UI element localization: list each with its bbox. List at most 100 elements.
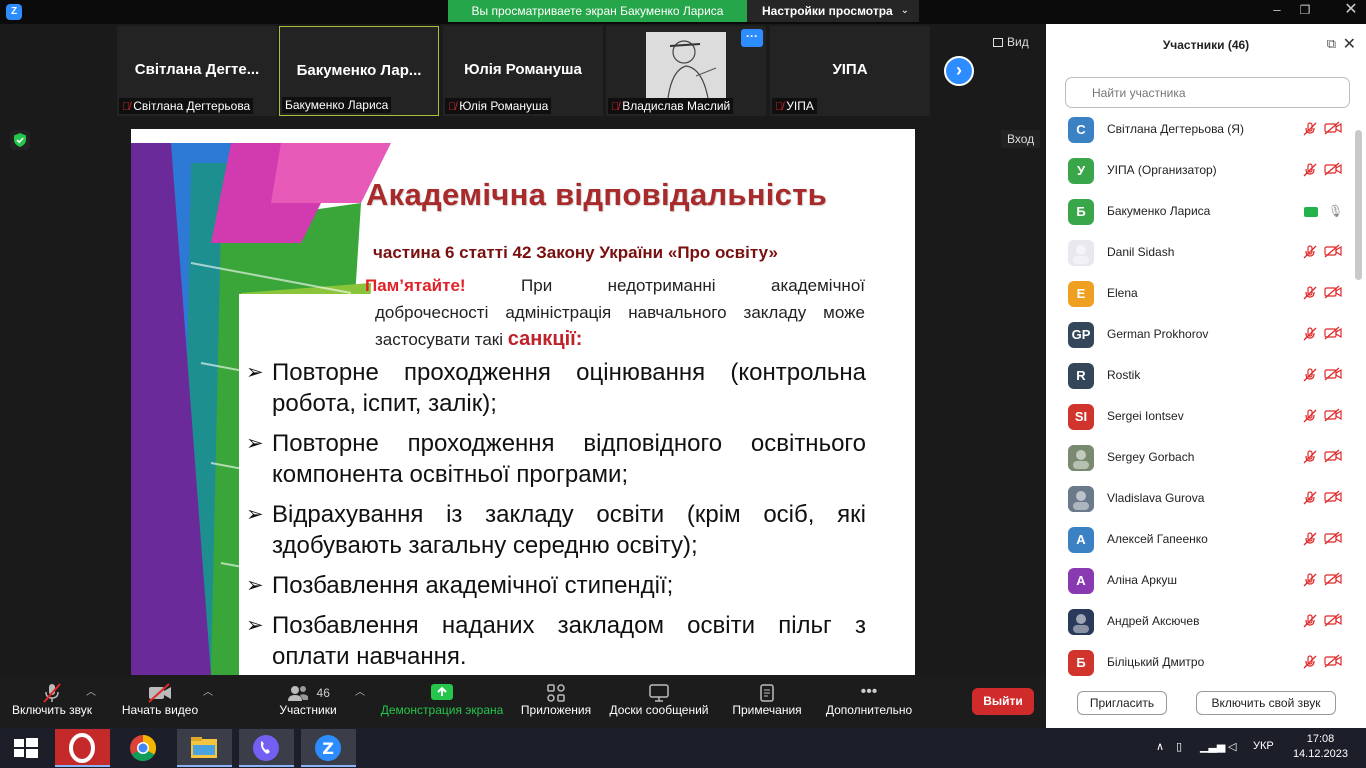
more-button[interactable]: ••• Дополнительно	[822, 675, 916, 728]
windows-taskbar: Z ∧ ▯ ▁▃▅ ◁ УКР 17:08 14.12.2023	[0, 728, 1366, 768]
thumbnail-name: 🎙̸ Юлія Романуша	[445, 98, 552, 114]
leave-button[interactable]: Выйти	[972, 688, 1034, 715]
participant-avatar: E	[1068, 281, 1094, 307]
file-explorer-taskbar-icon[interactable]	[177, 729, 232, 767]
apps-button[interactable]: Приложения	[516, 675, 596, 728]
intro-word: навчального	[628, 303, 727, 322]
share-screen-button[interactable]: Демонстрация экрана	[378, 675, 506, 728]
participant-row[interactable]: Андрей Аксючев	[1046, 602, 1352, 643]
tray-signal-icon[interactable]: ▁▃▅	[1200, 740, 1225, 753]
zoom-taskbar-icon[interactable]: Z	[301, 729, 356, 767]
participant-row[interactable]: GP German Prokhorov	[1046, 315, 1352, 356]
video-options-caret-icon[interactable]: ︿	[203, 683, 213, 698]
meeting-toolbar: Включить звук ︿ Начать видео ︿ 46 Участн…	[0, 675, 1046, 728]
camera-off-icon	[1324, 408, 1342, 425]
video-thumbnail[interactable]: Світлана Дегте... 🎙̸ Світлана Дегтерьова	[117, 26, 277, 116]
intro-line: Пам’ятайте! При недотриманні академічної	[363, 272, 865, 299]
intro-remember: Пам’ятайте!	[365, 276, 466, 295]
thumbnail-title: УІПА	[832, 61, 868, 78]
search-participant-input[interactable]	[1065, 77, 1350, 108]
more-options-icon[interactable]: ···	[741, 29, 763, 47]
participant-row[interactable]: С Світлана Дегтерьова (Я)	[1046, 110, 1352, 151]
mic-off-icon: 🎙̸	[122, 101, 131, 113]
participant-avatar: Б	[1068, 650, 1094, 676]
participant-row[interactable]: А Алексей Гапеенко	[1046, 520, 1352, 561]
camera-off-icon	[1324, 121, 1342, 138]
participant-name: Біліцький Дмитро	[1107, 655, 1205, 669]
thumbnail-name-text: Владислав Маслий	[622, 99, 731, 113]
participant-row[interactable]: Б Біліцький Дмитро	[1046, 643, 1352, 678]
security-shield-icon[interactable]	[10, 130, 30, 150]
participant-row[interactable]: E Elena	[1046, 274, 1352, 315]
participant-avatar: У	[1068, 158, 1094, 184]
participant-row[interactable]: Danil Sidash	[1046, 233, 1352, 274]
video-thumbnail[interactable]: УІПА 🎙̸ УІПА	[770, 26, 930, 116]
exit-fullscreen-button[interactable]: Вход	[1001, 130, 1041, 148]
participant-avatar: А	[1068, 568, 1094, 594]
camera-off-icon	[1324, 490, 1342, 507]
camera-off-icon	[118, 675, 202, 703]
minimize-button[interactable]: –	[1264, 0, 1290, 22]
participants-button[interactable]: 46 Участники	[272, 675, 344, 728]
next-page-button[interactable]: ›	[944, 56, 974, 86]
more-dots-icon: •••	[860, 683, 878, 700]
participant-row[interactable]: У УІПА (Организатор)	[1046, 151, 1352, 192]
viber-taskbar-icon[interactable]	[239, 729, 294, 767]
video-thumbnail[interactable]: 🎙̸ Владислав Маслий ···	[606, 26, 766, 116]
mic-off-icon: 🎙̸	[448, 101, 457, 113]
participant-row[interactable]: Vladislava Gurova	[1046, 479, 1352, 520]
shared-screen-slide: Академічна відповідальність частина 6 ст…	[131, 129, 915, 675]
meeting-area: Світлана Дегте... 🎙̸ Світлана Дегтерьова …	[0, 24, 1046, 675]
camera-off-icon	[1324, 244, 1342, 261]
close-button[interactable]: ✕	[1338, 0, 1364, 22]
apps-label: Приложения	[520, 703, 592, 717]
keyboard-language[interactable]: УКР	[1253, 740, 1274, 752]
unmute-self-button[interactable]: Включить свой звук	[1196, 691, 1336, 715]
popout-icon[interactable]: ⧉	[1327, 36, 1336, 52]
title-bar: Z Вы просматриваете экран Бакуменко Лари…	[0, 0, 1366, 24]
mic-off-icon	[8, 675, 96, 703]
whiteboards-button[interactable]: Доски сообщений	[604, 675, 714, 728]
participants-icon: 46	[272, 675, 344, 703]
mic-off-icon	[1303, 655, 1317, 672]
svg-text:Z: Z	[322, 739, 334, 758]
participant-row[interactable]: R Rostik	[1046, 356, 1352, 397]
sanction-item: Повторне проходження оцінювання (контрол…	[246, 357, 866, 419]
tray-chevron-icon[interactable]: ∧	[1156, 740, 1164, 753]
participant-photo	[646, 32, 726, 98]
camera-off-icon	[1324, 449, 1342, 466]
participant-row[interactable]: А Аліна Аркуш	[1046, 561, 1352, 602]
view-button[interactable]: Вид	[993, 35, 1029, 49]
opera-taskbar-icon[interactable]	[55, 729, 110, 767]
participant-row[interactable]: Б Бакуменко Лариса 🎙	[1046, 192, 1352, 233]
invite-button[interactable]: Пригласить	[1077, 691, 1167, 715]
sharing-indicator-icon	[1304, 207, 1318, 217]
camera-off-icon	[1324, 613, 1342, 630]
view-settings-menu[interactable]: Настройки просмотра ⌄	[747, 0, 919, 22]
participant-row[interactable]: Sergey Gorbach	[1046, 438, 1352, 479]
thumbnail-name-text: Юлія Романуша	[459, 99, 549, 113]
participant-row[interactable]: SI Sergei Iontsev	[1046, 397, 1352, 438]
video-thumbnail-active[interactable]: Бакуменко Лар... Бакуменко Лариса	[279, 26, 439, 116]
audio-options-caret-icon[interactable]: ︿	[86, 683, 96, 698]
camera-off-icon	[1324, 531, 1342, 548]
sanction-item: Повторне проходження відповідного освітн…	[246, 428, 866, 490]
maximize-button[interactable]: ❐	[1292, 0, 1318, 22]
tray-volume-icon[interactable]: ◁	[1228, 740, 1236, 753]
slide-subtitle: частина 6 статті 42 Закону України «Про …	[373, 243, 778, 262]
mic-on-icon: 🎙	[1328, 204, 1344, 218]
start-button[interactable]	[0, 729, 52, 767]
unmute-label: Включить звук	[11, 703, 93, 717]
mic-off-icon	[1303, 368, 1317, 385]
participants-options-caret-icon[interactable]: ︿	[355, 683, 365, 698]
video-thumbnail[interactable]: Юлія Романуша 🎙̸ Юлія Романуша	[443, 26, 603, 116]
start-video-button[interactable]: Начать видео	[118, 675, 202, 728]
unmute-button[interactable]: Включить звук	[8, 675, 96, 728]
taskbar-clock[interactable]: 17:08 14.12.2023	[1293, 732, 1348, 762]
chrome-taskbar-icon[interactable]	[117, 729, 169, 767]
intro-word: може	[823, 303, 865, 322]
close-panel-icon[interactable]: ✕	[1343, 34, 1356, 54]
tray-network-icon[interactable]: ▯	[1176, 740, 1182, 753]
notes-button[interactable]: Примечания	[727, 675, 807, 728]
participants-scrollbar[interactable]	[1355, 130, 1362, 280]
